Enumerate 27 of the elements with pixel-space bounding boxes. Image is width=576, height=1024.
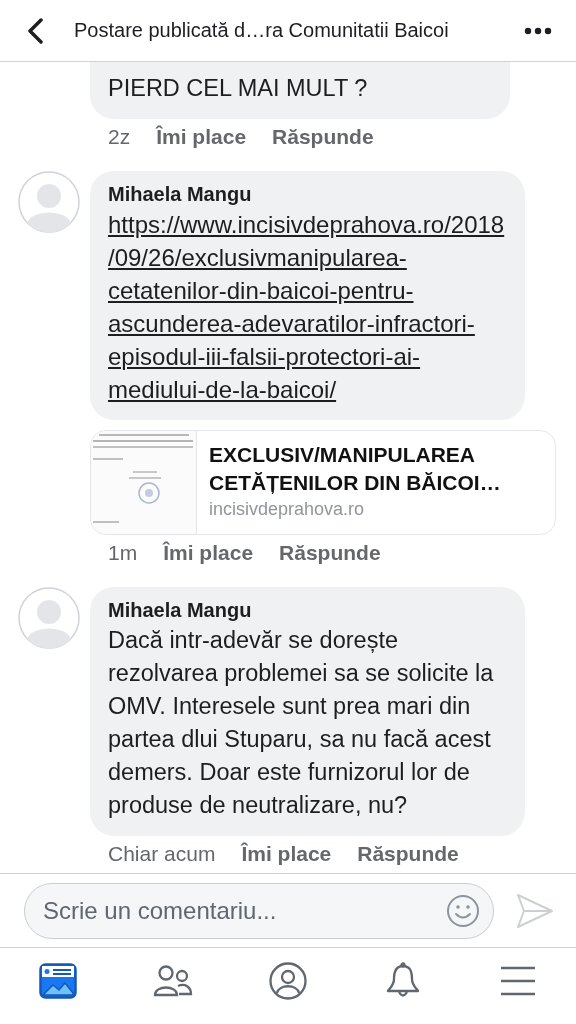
comment-text: PIERD CEL MAI MULT ? [108, 74, 369, 103]
profile-icon [268, 961, 307, 1000]
like-link[interactable]: Îmi place [156, 125, 247, 149]
comment-author[interactable]: Mihaela Mangu [108, 183, 507, 206]
comment-author[interactable]: Mihaela Mangu [108, 599, 507, 622]
preview-domain: incisivdeprahova.ro [209, 499, 366, 520]
back-icon[interactable] [26, 17, 44, 44]
preview-title: EXCLUSIV/MANIPULAREA CETĂȚENILOR DIN BĂICOI… [209, 442, 502, 496]
reply-link[interactable]: Răspunde [357, 842, 459, 866]
like-link[interactable]: Îmi place [241, 842, 332, 866]
emoji-icon[interactable] [446, 893, 480, 928]
bell-icon [386, 961, 421, 1000]
page-title: Postare publicată d…ra Comunitatii Baicoi [74, 19, 450, 42]
reply-link[interactable]: Răspunde [279, 541, 381, 565]
reply-link[interactable]: Răspunde [272, 125, 374, 149]
comment-time: 1m [108, 541, 138, 565]
comment-time: Chiar acum [108, 842, 216, 866]
comment-field[interactable]: Scrie un comentariu... [24, 882, 494, 939]
comment-text: Dacă intr-adevăr se dorește rezolvarea problemei sa se solicite la OMV. Interesele sunt prea mari din partea dlui Stuparu, sa nu facă acest demers. Doar este furnizorul lor de produse de neutralizare, nu? [108, 626, 495, 820]
more-icon[interactable] [524, 26, 552, 35]
link-preview[interactable]: EXCLUSIV/MANIPULAREA CETĂȚENILOR DIN BĂICOI… incisivdeprahova.ro [90, 430, 556, 535]
friends-icon [152, 964, 193, 997]
comment-link[interactable]: https://www.incisivdeprahova.ro/2018/09/26/exclusivmanipularea-cetatenilor-din-baicoi-pentru-ascunderea-adevaratilor-infractori-episodul-iii-falsii-protectori-ai-mediului-de-la-baicoi/ [108, 208, 507, 406]
menu-icon [500, 965, 537, 996]
news-feed-icon [38, 962, 77, 999]
comment-time: 2z [108, 125, 131, 149]
like-link[interactable]: Îmi place [163, 541, 254, 565]
